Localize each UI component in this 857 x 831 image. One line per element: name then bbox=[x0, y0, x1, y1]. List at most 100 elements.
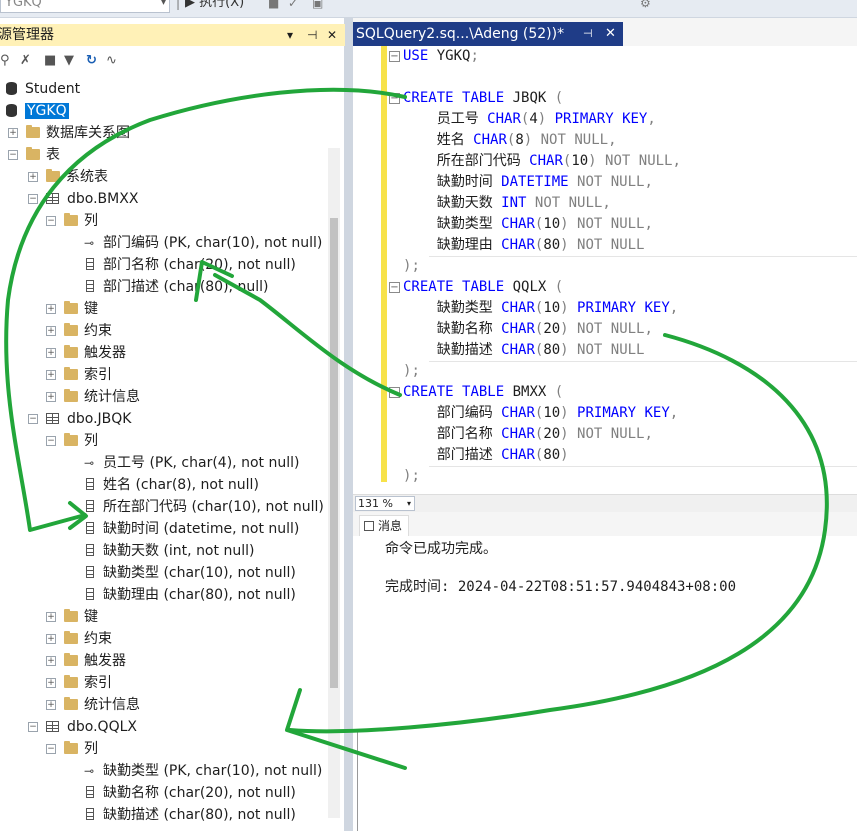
tree-node-column[interactable]: ⊸ 员工号 (PK, char(4), not null) bbox=[84, 452, 299, 474]
tab-sqlquery2[interactable]: SQLQuery2.sq...\Adeng (52))* ⊣ ✕ bbox=[353, 22, 623, 46]
code-line[interactable]: ); bbox=[403, 361, 420, 382]
database-selector[interactable]: YGKQ ▾ bbox=[0, 0, 170, 13]
code-line[interactable]: 部门描述 CHAR(80) bbox=[403, 445, 569, 466]
tree-node-column[interactable]: ⊸ 部门编码 (PK, char(10), not null) bbox=[84, 232, 322, 254]
collapse-icon[interactable]: − bbox=[28, 722, 38, 732]
tree-node-column[interactable]: 所在部门代码 (char(10), not null) bbox=[86, 496, 324, 518]
expand-icon[interactable]: + bbox=[46, 348, 56, 358]
close-icon[interactable]: ✕ bbox=[327, 24, 337, 46]
fold-toggle-icon[interactable]: − bbox=[389, 51, 400, 62]
expand-icon[interactable]: + bbox=[46, 700, 56, 710]
collapse-icon[interactable]: − bbox=[46, 216, 56, 226]
scrollbar-thumb[interactable] bbox=[330, 218, 338, 688]
expand-icon[interactable]: + bbox=[46, 612, 56, 622]
stop-icon[interactable]: ■ bbox=[268, 0, 279, 10]
expand-icon[interactable]: + bbox=[46, 304, 56, 314]
tree-node-student[interactable]: Student bbox=[6, 78, 80, 100]
collapse-icon[interactable]: − bbox=[46, 436, 56, 446]
collapse-icon[interactable]: − bbox=[28, 194, 38, 204]
filter-icon[interactable]: ▼ bbox=[64, 53, 74, 68]
collapse-icon[interactable]: − bbox=[46, 744, 56, 754]
panel-splitter[interactable] bbox=[345, 18, 353, 831]
code-line[interactable]: 缺勤描述 CHAR(80) NOT NULL bbox=[403, 340, 645, 361]
tree-node-keys[interactable]: + 键 bbox=[46, 606, 98, 628]
connect-icon[interactable]: ⚲ bbox=[0, 53, 10, 68]
tree-node-constraints[interactable]: + 约束 bbox=[46, 320, 112, 342]
expand-icon[interactable]: + bbox=[46, 370, 56, 380]
tree-node-column[interactable]: 部门描述 (char(80), null) bbox=[86, 276, 268, 298]
tree-node-column[interactable]: 缺勤类型 (char(10), not null) bbox=[86, 562, 296, 584]
tab-messages[interactable]: 消息 bbox=[359, 515, 410, 536]
check-icon[interactable]: ✓ bbox=[288, 0, 298, 10]
collapse-icon[interactable]: − bbox=[8, 150, 18, 160]
code-line[interactable]: 员工号 CHAR(4) PRIMARY KEY, bbox=[403, 109, 656, 130]
code-line[interactable]: 缺勤理由 CHAR(80) NOT NULL bbox=[403, 235, 645, 256]
tree-node-triggers[interactable]: + 触发器 bbox=[46, 342, 126, 364]
code-line[interactable]: 缺勤类型 CHAR(10) NOT NULL, bbox=[403, 214, 653, 235]
code-line[interactable]: 部门名称 CHAR(20) NOT NULL, bbox=[403, 424, 653, 445]
expand-icon[interactable]: + bbox=[46, 326, 56, 336]
tree-node-table-bmxx[interactable]: − dbo.BMXX bbox=[28, 188, 138, 210]
code-line[interactable]: 缺勤名称 CHAR(20) NOT NULL, bbox=[403, 319, 653, 340]
code-line[interactable]: 缺勤天数 INT NOT NULL, bbox=[403, 193, 611, 214]
pin-icon[interactable]: ⊣ bbox=[583, 22, 593, 46]
code-line[interactable]: 所在部门代码 CHAR(10) NOT NULL, bbox=[403, 151, 681, 172]
tree-node-indexes[interactable]: + 索引 bbox=[46, 672, 112, 694]
tree-node-triggers[interactable]: + 触发器 bbox=[46, 650, 126, 672]
tree-node-diagrams[interactable]: + 数据库关系图 bbox=[8, 122, 130, 144]
panel-dropdown-icon[interactable]: ▾ bbox=[287, 24, 293, 46]
tree-node-column[interactable]: 姓名 (char(8), not null) bbox=[86, 474, 259, 496]
tree-node-keys[interactable]: + 键 bbox=[46, 298, 98, 320]
execute-button[interactable]: ▶ 执行(X) bbox=[185, 0, 244, 11]
tree-node-column[interactable]: ⊸ 缺勤类型 (PK, char(10), not null) bbox=[84, 760, 322, 782]
tree-node-column[interactable]: 缺勤理由 (char(80), not null) bbox=[86, 584, 296, 606]
expand-icon[interactable]: + bbox=[28, 172, 38, 182]
code-line[interactable]: 缺勤类型 CHAR(10) PRIMARY KEY, bbox=[403, 298, 679, 319]
code-line[interactable]: USE YGKQ; bbox=[403, 46, 479, 67]
code-line[interactable]: CREATE TABLE QQLX ( bbox=[403, 277, 563, 298]
fold-toggle-icon[interactable]: − bbox=[389, 282, 400, 293]
tree-node-columns[interactable]: − 列 bbox=[46, 210, 98, 232]
tree-node-column[interactable]: 缺勤天数 (int, not null) bbox=[86, 540, 254, 562]
tree-node-columns[interactable]: − 列 bbox=[46, 430, 98, 452]
tree-node-statistics[interactable]: + 统计信息 bbox=[46, 386, 140, 408]
sql-editor[interactable]: USE YGKQ; − CREATE TABLE JBQK (− 员工号 CHAR(… bbox=[353, 46, 857, 494]
expand-icon[interactable]: + bbox=[46, 656, 56, 666]
expand-icon[interactable]: + bbox=[46, 634, 56, 644]
debug-icon[interactable]: ▣ bbox=[312, 0, 323, 10]
stop-icon[interactable]: ■ bbox=[44, 53, 56, 68]
code-line[interactable]: 部门编码 CHAR(10) PRIMARY KEY, bbox=[403, 403, 679, 424]
code-line[interactable]: ); bbox=[403, 256, 420, 277]
tree-node-columns[interactable]: − 列 bbox=[46, 738, 98, 760]
tree-node-column[interactable]: 缺勤描述 (char(80), not null) bbox=[86, 804, 296, 826]
tree-node-tables[interactable]: − 表 bbox=[8, 144, 60, 166]
code-line[interactable]: 缺勤时间 DATETIME NOT NULL, bbox=[403, 172, 653, 193]
collapse-icon[interactable]: − bbox=[28, 414, 38, 424]
activity-monitor-icon[interactable]: ∿ bbox=[106, 53, 117, 68]
tree-node-column[interactable]: 缺勤时间 (datetime, not null) bbox=[86, 518, 299, 540]
code-line[interactable]: CREATE TABLE BMXX ( bbox=[403, 382, 563, 403]
tree-node-indexes[interactable]: + 索引 bbox=[46, 364, 112, 386]
fold-toggle-icon[interactable]: − bbox=[389, 93, 400, 104]
close-icon[interactable]: ✕ bbox=[605, 22, 616, 46]
tree-node-table-jbqk[interactable]: − dbo.JBQK bbox=[28, 408, 131, 430]
tree-node-column[interactable]: 部门名称 (char(20), not null) bbox=[86, 254, 296, 276]
tree-node-ygkq[interactable]: YGKQ bbox=[6, 100, 69, 122]
expand-icon[interactable]: + bbox=[46, 678, 56, 688]
expand-icon[interactable]: + bbox=[8, 128, 18, 138]
code-line[interactable]: 姓名 CHAR(8) NOT NULL, bbox=[403, 130, 617, 151]
code-line[interactable]: CREATE TABLE JBQK ( bbox=[403, 88, 563, 109]
tree-node-system-tables[interactable]: + 系统表 bbox=[28, 166, 108, 188]
tree-node-constraints[interactable]: + 约束 bbox=[46, 628, 112, 650]
fold-toggle-icon[interactable]: − bbox=[389, 387, 400, 398]
tree-node-table-qqlx[interactable]: − dbo.QQLX bbox=[28, 716, 137, 738]
code-line[interactable]: ); bbox=[403, 466, 420, 487]
tree-node-column[interactable]: 缺勤名称 (char(20), not null) bbox=[86, 782, 296, 804]
refresh-icon[interactable]: ↻ bbox=[86, 53, 97, 68]
expand-icon[interactable]: + bbox=[46, 392, 56, 402]
tree-node-statistics[interactable]: + 统计信息 bbox=[46, 694, 140, 716]
zoom-selector[interactable]: 131 % ▾ bbox=[355, 496, 415, 511]
settings-icon[interactable]: ⚙ bbox=[640, 0, 651, 10]
pin-icon[interactable]: ⊣ bbox=[307, 24, 317, 46]
disconnect-icon[interactable]: ✗ bbox=[20, 53, 31, 68]
